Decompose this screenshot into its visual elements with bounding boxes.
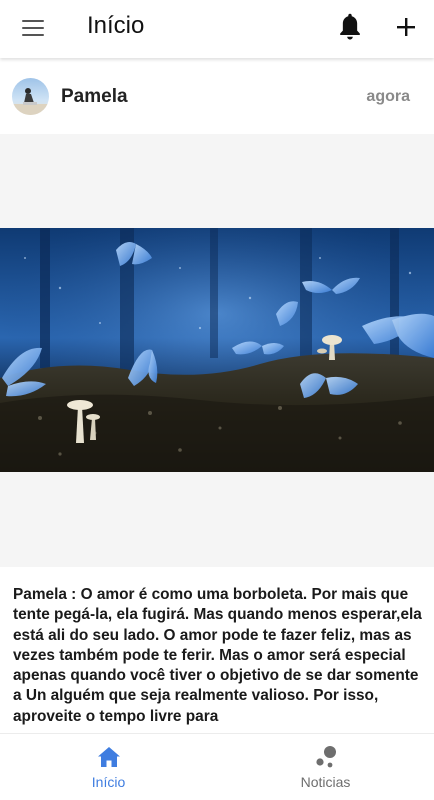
bottom-navigation: Início Noticias xyxy=(0,733,434,800)
notifications-button[interactable] xyxy=(336,12,364,42)
post-media xyxy=(0,134,434,567)
bubbles-icon xyxy=(315,746,336,768)
menu-icon xyxy=(22,20,44,22)
post-timestamp: agora xyxy=(366,88,410,105)
add-post-button[interactable] xyxy=(392,13,420,41)
avatar-image xyxy=(12,78,49,115)
home-icon xyxy=(97,747,120,767)
post-image[interactable] xyxy=(0,228,434,472)
plus-icon xyxy=(397,18,415,36)
avatar[interactable] xyxy=(12,78,49,115)
menu-button[interactable] xyxy=(20,16,48,40)
app-bar: Início xyxy=(0,0,434,58)
post-author[interactable]: Pamela xyxy=(61,86,128,108)
nav-news[interactable]: Noticias xyxy=(217,734,434,800)
bell-icon xyxy=(340,13,360,40)
nav-home[interactable]: Início xyxy=(0,734,217,800)
post-header: Pamela agora xyxy=(0,58,434,134)
post-text: Pamela : O amor é como uma borboleta. Po… xyxy=(13,586,422,725)
nav-news-label: Noticias xyxy=(300,774,351,790)
page-title: Início xyxy=(87,12,145,39)
nav-home-label: Início xyxy=(91,774,126,790)
